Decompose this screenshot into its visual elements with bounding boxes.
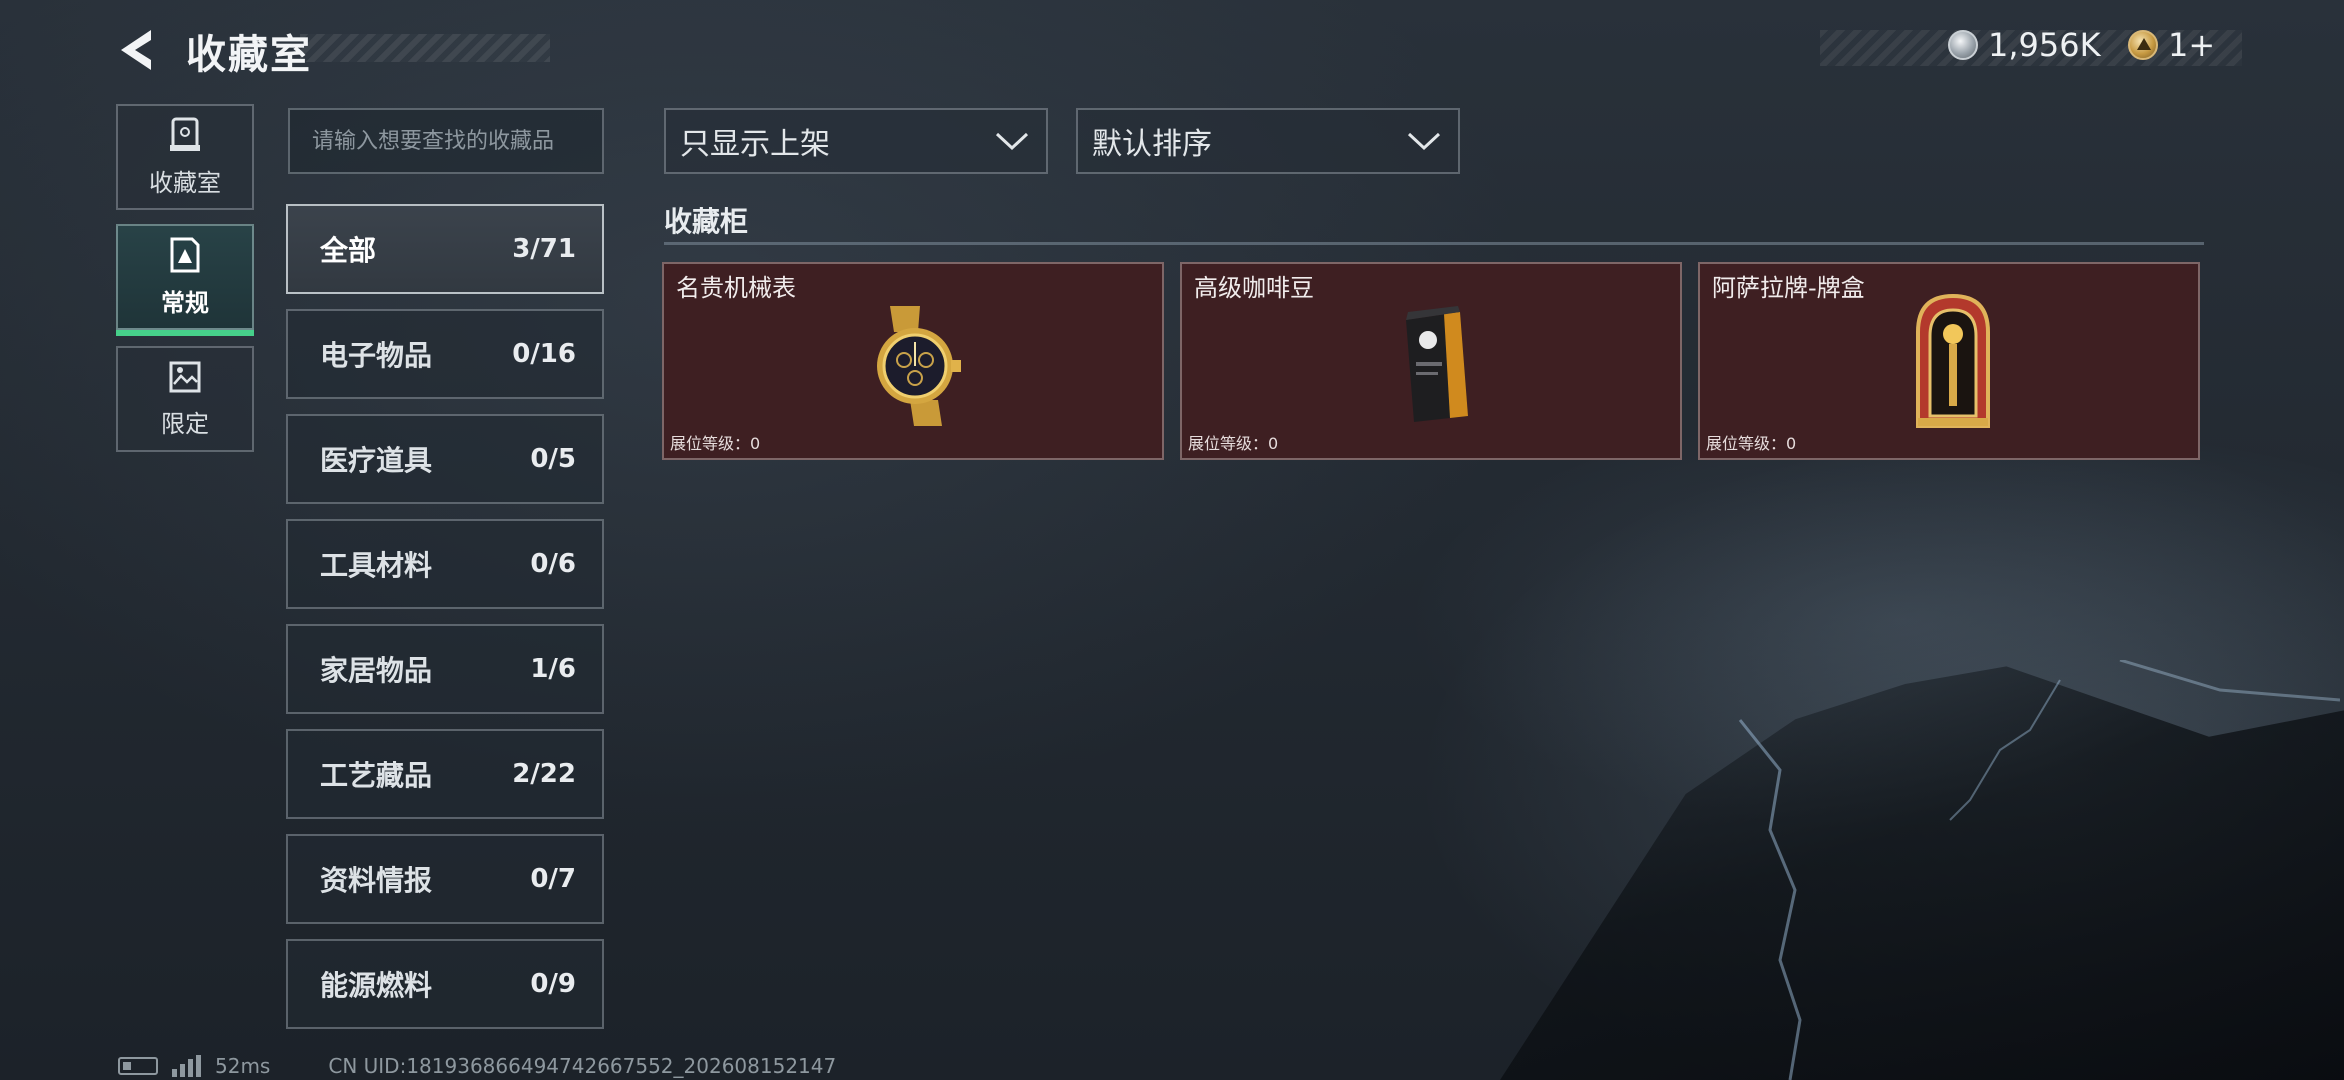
battery-icon	[118, 1057, 158, 1075]
sort-value: 默认排序	[1092, 127, 1212, 162]
user-uid: CN UID:181936866494742667552_20260815214…	[328, 1054, 837, 1078]
side-tab-label: 限定	[161, 409, 209, 438]
cabinet-divider	[664, 242, 2204, 245]
ping-value: 52ms	[215, 1054, 271, 1078]
display-filter-dropdown[interactable]: 只显示上架	[664, 108, 1048, 174]
item-name: 阿萨拉牌-牌盒	[1712, 274, 1865, 302]
category-medical[interactable]: 医疗道具 0/5	[286, 414, 604, 504]
category-label: 全部	[320, 234, 377, 267]
search-input[interactable]	[312, 128, 602, 154]
side-tab-label: 常规	[161, 288, 209, 317]
regular-icon	[170, 237, 200, 272]
side-tab-limited[interactable]: 限定	[116, 346, 254, 452]
category-label: 家居物品	[320, 654, 433, 687]
gold-currency[interactable]: 1+	[2128, 26, 2215, 64]
category-count: 0/16	[512, 339, 576, 369]
category-electronics[interactable]: 电子物品 0/16	[286, 309, 604, 399]
cabinet-item-card[interactable]: 阿萨拉牌-牌盒 展位等级：0	[1698, 262, 2200, 460]
category-crafts[interactable]: 工艺藏品 2/22	[286, 729, 604, 819]
category-label: 工艺藏品	[320, 759, 433, 792]
gold-currency-value: 1+	[2168, 26, 2216, 64]
limited-icon	[169, 361, 201, 392]
back-arrow-icon	[121, 30, 151, 70]
category-count: 0/9	[530, 969, 576, 999]
active-tab-indicator	[116, 330, 254, 336]
chevron-down-icon	[1407, 132, 1441, 151]
category-label: 工具材料	[320, 549, 433, 582]
side-tab-label: 收藏室	[149, 168, 221, 197]
silver-currency-value: 1,956K	[1988, 26, 2101, 64]
background-mountain	[1500, 666, 2344, 1080]
chevron-down-icon	[995, 132, 1029, 151]
page-title: 收藏室	[186, 32, 312, 78]
search-box[interactable]	[288, 108, 604, 174]
category-tools[interactable]: 工具材料 0/6	[286, 519, 604, 609]
status-footer: 52ms CN UID:181936866494742667552_202608…	[118, 1052, 836, 1080]
category-count: 0/6	[530, 549, 576, 579]
category-count: 2/22	[512, 759, 576, 789]
category-label: 电子物品	[320, 339, 433, 372]
category-household[interactable]: 家居物品 1/6	[286, 624, 604, 714]
category-energy[interactable]: 能源燃料 0/9	[286, 939, 604, 1029]
item-level: 展位等级：0	[1188, 434, 1279, 453]
silver-currency[interactable]: 1,956K	[1948, 26, 2101, 64]
category-all[interactable]: 全部 3/71	[286, 204, 604, 294]
title-stripe-decoration	[300, 34, 550, 62]
category-count: 0/5	[530, 444, 576, 474]
category-count: 3/71	[512, 234, 576, 264]
gold-watch-icon	[877, 306, 961, 426]
card-box-icon	[1916, 293, 1990, 428]
side-tab-regular[interactable]: 常规	[116, 224, 254, 336]
gold-token-icon	[2128, 30, 2158, 60]
signal-icon	[172, 1055, 201, 1077]
cabinet-item-card[interactable]: 高级咖啡豆 展位等级：0	[1180, 262, 1682, 460]
back-button[interactable]	[112, 22, 162, 78]
category-label: 医疗道具	[320, 444, 433, 477]
item-name: 名贵机械表	[676, 274, 796, 302]
category-label: 能源燃料	[320, 969, 433, 1002]
item-level: 展位等级：0	[670, 434, 761, 453]
collection-room-icon	[170, 117, 200, 151]
category-label: 资料情报	[320, 864, 433, 897]
category-intel[interactable]: 资料情报 0/7	[286, 834, 604, 924]
cabinet-item-card[interactable]: 名贵机械表 展位等级：0	[662, 262, 1164, 460]
sort-dropdown[interactable]: 默认排序	[1076, 108, 1460, 174]
category-count: 0/7	[530, 864, 576, 894]
item-level: 展位等级：0	[1706, 434, 1797, 453]
item-name: 高级咖啡豆	[1194, 274, 1314, 302]
cabinet-title: 收藏柜	[664, 205, 749, 238]
top-header: 收藏室 1,956K 1+	[0, 0, 2344, 100]
display-filter-value: 只显示上架	[680, 127, 830, 162]
coffee-bag-icon	[1406, 306, 1468, 422]
side-tab-collection-room[interactable]: 收藏室	[116, 104, 254, 210]
silver-coin-icon	[1948, 30, 1978, 60]
category-count: 1/6	[530, 654, 576, 684]
